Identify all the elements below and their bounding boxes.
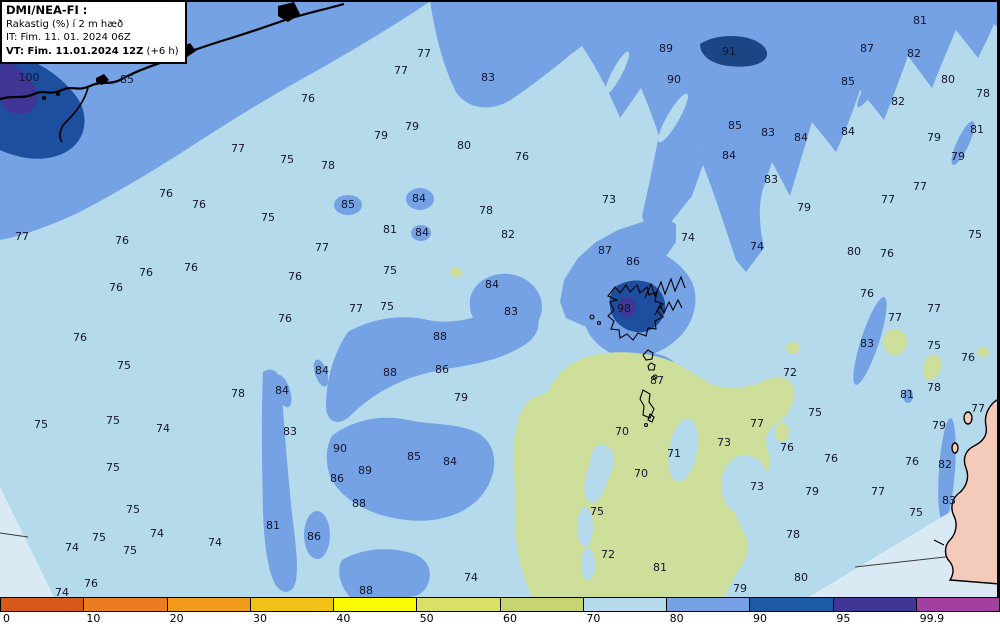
- colorbar-tick-label: 70: [586, 612, 601, 625]
- colorbar-segment: [0, 597, 85, 612]
- colorbar-segment: [499, 597, 584, 612]
- legend-init-time: IT: Fim. 11. 01. 2024 06Z: [6, 32, 131, 43]
- colorbar-segment: [166, 597, 251, 612]
- colorbar-tick-label: 0: [3, 612, 10, 625]
- colorbar-segment: [416, 597, 501, 612]
- weather-map-frame: 100 85 76 77 77 83 79 79 80 76 77 75 78 76 76 75 77 76 77 8…: [0, 0, 1000, 626]
- colorbar-segment: [666, 597, 751, 612]
- legend-valid-time-suffix: (+6 h): [143, 45, 179, 57]
- colorbar-tick-label: 20: [169, 612, 184, 625]
- colorbar-tick-label: 90: [753, 612, 767, 625]
- colorbar-tick-label: 40: [336, 612, 351, 625]
- colorbar-tick-label: 50: [419, 612, 434, 625]
- colorbar-tick-label: 60: [503, 612, 517, 625]
- colorbar-tick-label: 30: [253, 612, 267, 625]
- colorbar-segment: [249, 597, 334, 612]
- colorbar-tick-label: 99.9: [919, 612, 945, 625]
- legend-valid-time: VT: Fim. 11.01.2024 12Z (+6 h): [6, 45, 179, 59]
- map-svg: [0, 0, 1000, 597]
- colorbar-tick-label: 80: [669, 612, 684, 625]
- colorbar-segment: [83, 597, 168, 612]
- colorbar-segment: [333, 597, 418, 612]
- colorbar-tick-label: 10: [86, 612, 101, 625]
- legend-title: DMI/NEA-FI :: [6, 3, 88, 17]
- colorbar-labels: 0 10 20 30 40 50 60 70 80 90 95 99.9: [0, 612, 1000, 626]
- colorbar-segment: [832, 597, 917, 612]
- legend-valid-time-bold: VT: Fim. 11.01.2024 12Z: [6, 45, 144, 57]
- colorbar-tick-label: 95: [836, 612, 851, 625]
- colorbar-segment: [582, 597, 667, 612]
- colorbar-segment: [749, 597, 834, 612]
- legend-subtitle: Rakastig (%) í 2 m hæð: [6, 18, 124, 30]
- colorbar-segment: [915, 597, 1000, 612]
- colorbar: [0, 597, 1000, 612]
- legend-box: DMI/NEA-FI : Rakastig (%) í 2 m hæð IT: …: [0, 0, 187, 64]
